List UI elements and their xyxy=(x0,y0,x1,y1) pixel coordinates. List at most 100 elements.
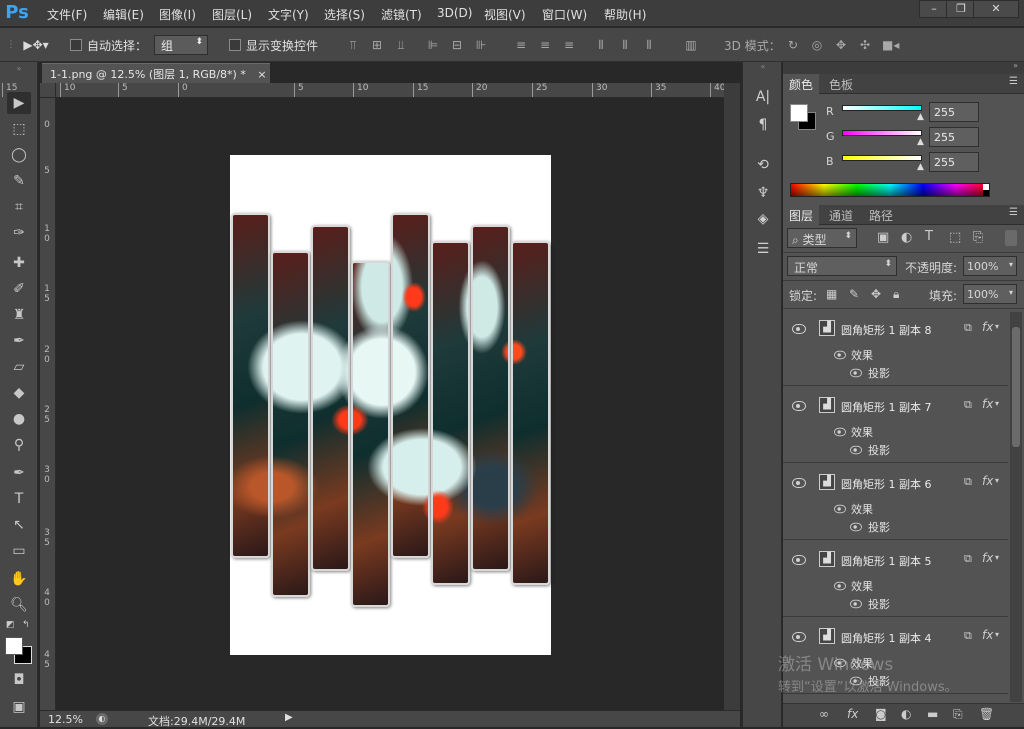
canvas-vertical-scrollbar[interactable] xyxy=(724,83,740,710)
marquee-tool-icon[interactable]: ⬚ xyxy=(7,118,31,140)
layer-name[interactable]: 圆角矩形 1 副本 6 xyxy=(841,476,932,492)
drop-shadow-eye-icon[interactable] xyxy=(850,368,862,378)
panel-collapse-icon[interactable]: » xyxy=(1013,61,1018,70)
lock-all-icon[interactable]: 🔒︎ xyxy=(893,287,899,302)
foreground-color-swatch[interactable] xyxy=(5,637,23,655)
history-brush-tool-icon[interactable]: ✒ xyxy=(7,330,31,352)
3d-pan-icon[interactable]: ✥ xyxy=(834,38,848,52)
align-vcenter-icon[interactable]: ⊞ xyxy=(370,38,384,52)
new-layer-icon[interactable]: ⎘ xyxy=(953,707,963,722)
shape-thumbnail-icon[interactable]: ▟ xyxy=(819,397,835,413)
visibility-eye-icon[interactable] xyxy=(792,555,806,565)
character-panel-icon[interactable]: A| xyxy=(751,86,775,108)
hand-tool-icon[interactable]: ✋ xyxy=(7,568,31,590)
properties-panel-icon[interactable]: ☰ xyxy=(751,238,775,260)
new-group-icon[interactable]: ▬ xyxy=(927,707,938,721)
brush-presets-icon[interactable]: ♆ xyxy=(751,182,775,204)
close-button[interactable]: ✕ xyxy=(973,0,1019,18)
visibility-eye-icon[interactable] xyxy=(792,324,806,334)
filter-adjustment-icon[interactable]: ◐ xyxy=(901,230,912,245)
add-mask-icon[interactable]: ◙ xyxy=(875,707,887,721)
visibility-eye-icon[interactable] xyxy=(792,632,806,642)
zoom-tool-icon[interactable]: 🔍︎ xyxy=(7,594,31,616)
visibility-eye-icon[interactable] xyxy=(792,401,806,411)
distribute-bottom-icon[interactable]: ≡ xyxy=(562,38,576,52)
fill-dropdown-icon[interactable]: ▾ xyxy=(1009,288,1013,297)
toolbox-collapse-icon[interactable]: » xyxy=(7,64,31,74)
effects-eye-icon[interactable] xyxy=(834,350,846,360)
drop-shadow-eye-icon[interactable] xyxy=(850,522,862,532)
fx-icon[interactable]: fx xyxy=(982,551,993,565)
color-panel-menu-icon[interactable]: ☰ xyxy=(1009,76,1018,87)
default-colors-icon[interactable]: ◩ xyxy=(6,620,15,630)
lock-image-icon[interactable]: ✎ xyxy=(849,287,859,301)
visibility-eye-icon[interactable] xyxy=(792,478,806,488)
layers-scroll-thumb[interactable] xyxy=(1012,327,1020,447)
restore-button[interactable]: ❐ xyxy=(946,0,976,18)
fx-icon[interactable]: fx xyxy=(982,397,993,411)
auto-select-dropdown[interactable]: 组 ⬍ xyxy=(154,35,208,55)
auto-select-checkbox[interactable] xyxy=(70,39,82,51)
align-top-icon[interactable]: ⫪ xyxy=(346,38,360,52)
drop-shadow-eye-icon[interactable] xyxy=(850,445,862,455)
show-transform-checkbox[interactable] xyxy=(229,39,241,51)
layer-style-icon[interactable]: fx xyxy=(847,707,858,721)
filter-shape-icon[interactable]: ⬚ xyxy=(949,230,961,245)
paragraph-panel-icon[interactable]: ¶ xyxy=(751,114,775,136)
status-info-icon[interactable]: ◐ xyxy=(96,713,108,725)
eraser-tool-icon[interactable]: ▱ xyxy=(7,356,31,378)
layer-row[interactable]: ▟ 圆角矩形 1 副本 5 ⧉ fx ▾ 效果 投影 xyxy=(783,540,1008,617)
menu-3d[interactable]: 3D(D) xyxy=(437,6,472,20)
tab-color[interactable]: 颜色 xyxy=(783,74,820,94)
drop-shadow-label[interactable]: 投影 xyxy=(868,442,890,458)
move-tool-icon[interactable]: ▶ xyxy=(7,92,31,114)
delete-layer-icon[interactable]: 🗑︎ xyxy=(979,707,994,721)
dodge-tool-icon[interactable]: ⚲ xyxy=(7,434,31,456)
quick-select-tool-icon[interactable]: ✎ xyxy=(7,170,31,192)
fx-icon[interactable]: fx xyxy=(982,474,993,488)
photo-strip[interactable] xyxy=(311,225,350,571)
layer-name[interactable]: 圆角矩形 1 副本 7 xyxy=(841,399,932,415)
lock-transparent-icon[interactable]: ▦ xyxy=(826,287,837,301)
distribute-top-icon[interactable]: ≡ xyxy=(514,38,528,52)
channel-g-value[interactable]: 255 xyxy=(929,127,979,147)
3d-rotate-icon[interactable]: ↻ xyxy=(786,38,800,52)
channel-b-slider[interactable] xyxy=(842,155,922,161)
drop-shadow-label[interactable]: 投影 xyxy=(868,519,890,535)
menu-help[interactable]: 帮助(H) xyxy=(604,6,646,23)
tab-channels[interactable]: 通道 xyxy=(823,205,859,225)
3d-slide-icon[interactable]: ✣ xyxy=(858,38,872,52)
drop-shadow-label[interactable]: 投影 xyxy=(868,365,890,381)
layer-name[interactable]: 圆角矩形 1 副本 5 xyxy=(841,553,932,569)
channel-b-thumb-icon[interactable]: ▲ xyxy=(917,162,924,172)
3d-roll-icon[interactable]: ◎ xyxy=(810,38,824,52)
menu-select[interactable]: 选择(S) xyxy=(324,6,365,23)
blend-mode-dropdown[interactable]: 正常 ⬍ xyxy=(787,256,897,276)
menu-filter[interactable]: 滤镜(T) xyxy=(381,6,422,23)
layers-scrollbar[interactable] xyxy=(1010,312,1022,702)
shape-thumbnail-icon[interactable]: ▟ xyxy=(819,474,835,490)
expand-effects-icon[interactable]: ▾ xyxy=(995,476,999,485)
type-tool-icon[interactable]: T xyxy=(7,488,31,510)
status-menu-arrow-icon[interactable]: ▶ xyxy=(285,712,293,723)
color-spectrum-ramp[interactable] xyxy=(790,183,990,197)
dock-collapse-icon[interactable]: « xyxy=(751,62,775,72)
distribute-vcenter-icon[interactable]: ≡ xyxy=(538,38,552,52)
align-left-icon[interactable]: ⊫ xyxy=(426,38,440,52)
drop-shadow-eye-icon[interactable] xyxy=(850,599,862,609)
spectrum-black-chip[interactable] xyxy=(983,190,989,196)
layer-filter-dropdown[interactable]: ⌕ 类型 ⬍ xyxy=(787,228,857,248)
healing-brush-tool-icon[interactable]: ✚ xyxy=(7,252,31,274)
close-document-icon[interactable]: × xyxy=(257,68,266,81)
expand-effects-icon[interactable]: ▾ xyxy=(995,630,999,639)
rectangle-tool-icon[interactable]: ▭ xyxy=(7,540,31,562)
eyedropper-tool-icon[interactable]: ✑ xyxy=(7,222,31,244)
layer-row[interactable]: ▟ 圆角矩形 1 副本 8 ⧉ fx ▾ 效果 投影 xyxy=(783,309,1008,386)
crop-tool-icon[interactable]: ⌗ xyxy=(7,196,31,218)
photo-strip[interactable] xyxy=(231,213,270,558)
new-adjustment-icon[interactable]: ◐ xyxy=(901,707,911,721)
filter-toggle-icon[interactable] xyxy=(1005,230,1017,246)
document-tab[interactable]: 1-1.png @ 12.5% (图层 1, RGB/8*) * × xyxy=(42,63,270,83)
menu-file[interactable]: 文件(F) xyxy=(47,6,87,23)
align-right-icon[interactable]: ⊪ xyxy=(474,38,488,52)
